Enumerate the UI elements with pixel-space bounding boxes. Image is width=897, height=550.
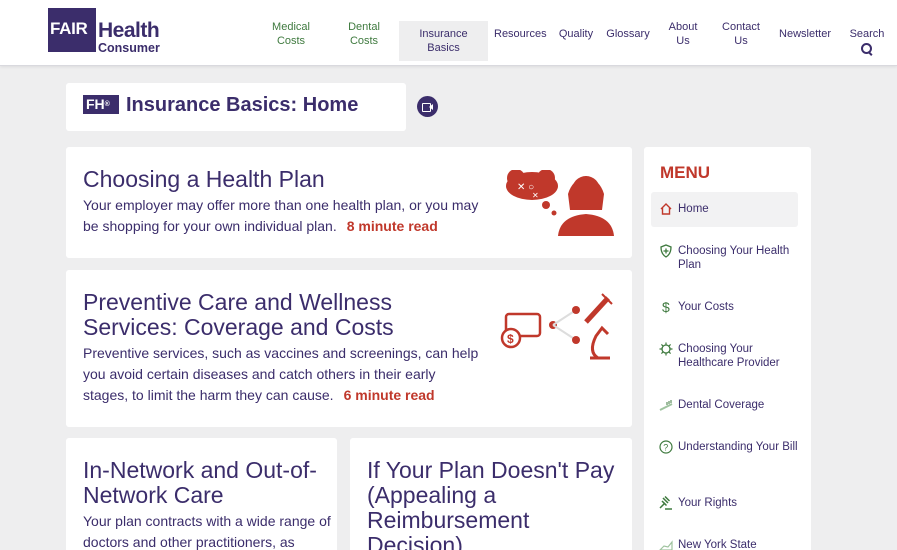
svg-text:✕: ✕ [532, 191, 539, 200]
logo-fair: FAIR [50, 19, 88, 38]
fh-badge-mark: ® [104, 101, 110, 108]
search-icon [861, 43, 873, 55]
menu-item-label: Understanding Your Bill [678, 441, 798, 453]
read-time: 6 minute read [343, 387, 435, 403]
virus-icon [659, 342, 673, 356]
menu-item-label: Home [678, 203, 709, 215]
menu-item-label: New York State [678, 539, 757, 550]
menu-item-your-costs[interactable]: $ Your Costs [651, 300, 798, 314]
nav-contact-us[interactable]: Contact Us [720, 20, 762, 48]
menu-item-choosing-health-plan[interactable]: Choosing Your Health Plan [651, 244, 798, 272]
site-header: FAIR Health Consumer Medical Costs Denta… [0, 0, 897, 66]
card-choosing-health-plan[interactable]: Choosing a Health Plan Your employer may… [66, 147, 632, 258]
card-title: Preventive Care and Wellness Services: C… [83, 289, 394, 340]
nav-label: Dental Costs [348, 21, 380, 47]
fair-health-logo[interactable]: FAIR Health Consumer [48, 8, 166, 56]
video-camera-icon[interactable] [417, 96, 438, 117]
shield-plus-icon [660, 244, 672, 258]
card-title: Choosing a Health Plan [83, 166, 325, 192]
nav-label: Search [849, 28, 885, 40]
home-icon [660, 203, 672, 215]
nav-glossary[interactable]: Glossary [605, 27, 651, 41]
menu-item-home[interactable]: Home [651, 192, 798, 227]
nav-medical-costs[interactable]: Medical Costs [268, 20, 314, 48]
nav-label: Quality [558, 28, 594, 40]
card-appealing-decision[interactable]: If Your Plan Doesn't Pay (Appealing a Re… [350, 438, 632, 550]
vaccine-microscope-icon: $ [500, 293, 613, 360]
question-icon: ? [659, 440, 673, 454]
menu-item-label: Dental Coverage [678, 399, 765, 411]
toothbrush-icon [659, 400, 673, 411]
nav-label: Contact Us [722, 21, 760, 47]
card-title: If Your Plan Doesn't Pay (Appealing a Re… [367, 457, 615, 550]
nav-newsletter[interactable]: Newsletter [778, 27, 832, 41]
menu-item-dental-coverage[interactable]: Dental Coverage [651, 398, 798, 412]
logo-consumer: Consumer [98, 41, 160, 55]
page-title: Insurance Basics: Home [126, 94, 359, 116]
card-body: Preventive services, such as vaccines an… [83, 343, 483, 406]
thinking-person-icon: ✕ ○ ✕ [506, 170, 614, 236]
nav-label: Glossary [606, 28, 650, 40]
nav-label: Newsletter [779, 28, 831, 40]
card-in-network[interactable]: In-Network and Out-of-Network Care Your … [66, 438, 337, 550]
read-time: 8 minute read [346, 218, 438, 234]
menu-item-your-rights[interactable]: Your Rights [651, 496, 798, 510]
card-body: Your plan contracts with a wide range of… [83, 513, 331, 550]
menu-item-label: Choosing Your Healthcare Provider [678, 343, 780, 369]
menu-item-understanding-bill[interactable]: ? Understanding Your Bill [651, 440, 798, 454]
svg-text:?: ? [663, 443, 668, 453]
menu-item-label: Choosing Your Health Plan [678, 245, 790, 271]
logo-health: Health [98, 19, 160, 42]
nav-insurance-basics[interactable]: Insurance Basics [399, 21, 488, 61]
nav-label: Insurance Basics [419, 28, 468, 54]
side-menu: MENU Home Choosing Your Health Plan $ Yo… [644, 147, 811, 550]
menu-item-choosing-provider[interactable]: Choosing Your Healthcare Provider [651, 342, 798, 370]
nav-quality[interactable]: Quality [558, 27, 594, 41]
fh-badge-text: FH [86, 96, 105, 112]
card-preventive-care[interactable]: Preventive Care and Wellness Services: C… [66, 270, 632, 427]
dollar-icon: $ [662, 300, 670, 314]
card-body: Your employer may offer more than one he… [83, 195, 483, 237]
svg-text:$: $ [507, 332, 514, 346]
card-title: In-Network and Out-of-Network Care [83, 457, 317, 508]
nav-about-us[interactable]: About Us [665, 20, 701, 48]
svg-text:$: $ [662, 300, 670, 314]
page-title-box: FH® Insurance Basics: Home [66, 83, 406, 131]
nav-resources[interactable]: Resources [494, 27, 547, 41]
fh-badge: FH® [83, 95, 119, 114]
nav-label: Medical Costs [272, 21, 310, 47]
menu-item-label: Your Costs [678, 301, 734, 313]
gavel-icon [659, 496, 672, 510]
menu-item-label: Your Rights [678, 497, 738, 509]
nav-label: Resources [494, 28, 547, 40]
nav-dental-costs[interactable]: Dental Costs [344, 20, 384, 48]
menu-item-new-york-state[interactable]: New York State [651, 538, 798, 550]
nav-search[interactable]: Search [848, 27, 886, 55]
map-icon [659, 540, 673, 550]
nav-label: About Us [668, 21, 698, 47]
menu-heading: MENU [660, 163, 711, 182]
